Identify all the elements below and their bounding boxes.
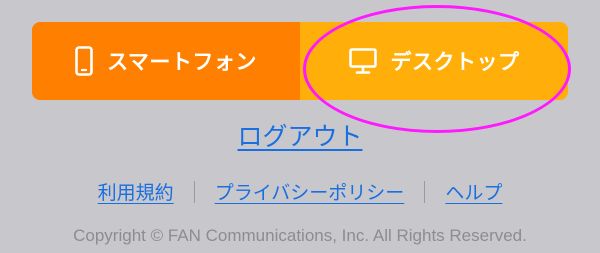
terms-link[interactable]: 利用規約 [98, 178, 174, 205]
footer-links: 利用規約 プライバシーポリシー ヘルプ [0, 178, 600, 205]
smartphone-label: スマートフォン [107, 50, 257, 74]
smartphone-icon [75, 46, 93, 76]
top-strip [0, 0, 600, 12]
copyright-text: Copyright © FAN Communications, Inc. All… [73, 226, 527, 245]
footer-divider [193, 180, 195, 203]
device-switcher: スマートフォン デスクトップ [32, 22, 568, 100]
desktop-monitor-icon [348, 48, 377, 74]
logout-container: ログアウト [0, 117, 600, 153]
help-link[interactable]: ヘルプ [445, 178, 502, 205]
logout-link[interactable]: ログアウト [237, 122, 362, 151]
privacy-policy-link[interactable]: プライバシーポリシー [215, 178, 405, 205]
footer-divider [424, 180, 426, 203]
desktop-label: デスクトップ [390, 50, 520, 74]
desktop-view-button[interactable]: デスクトップ [300, 22, 568, 100]
smartphone-view-button[interactable]: スマートフォン [32, 22, 300, 100]
